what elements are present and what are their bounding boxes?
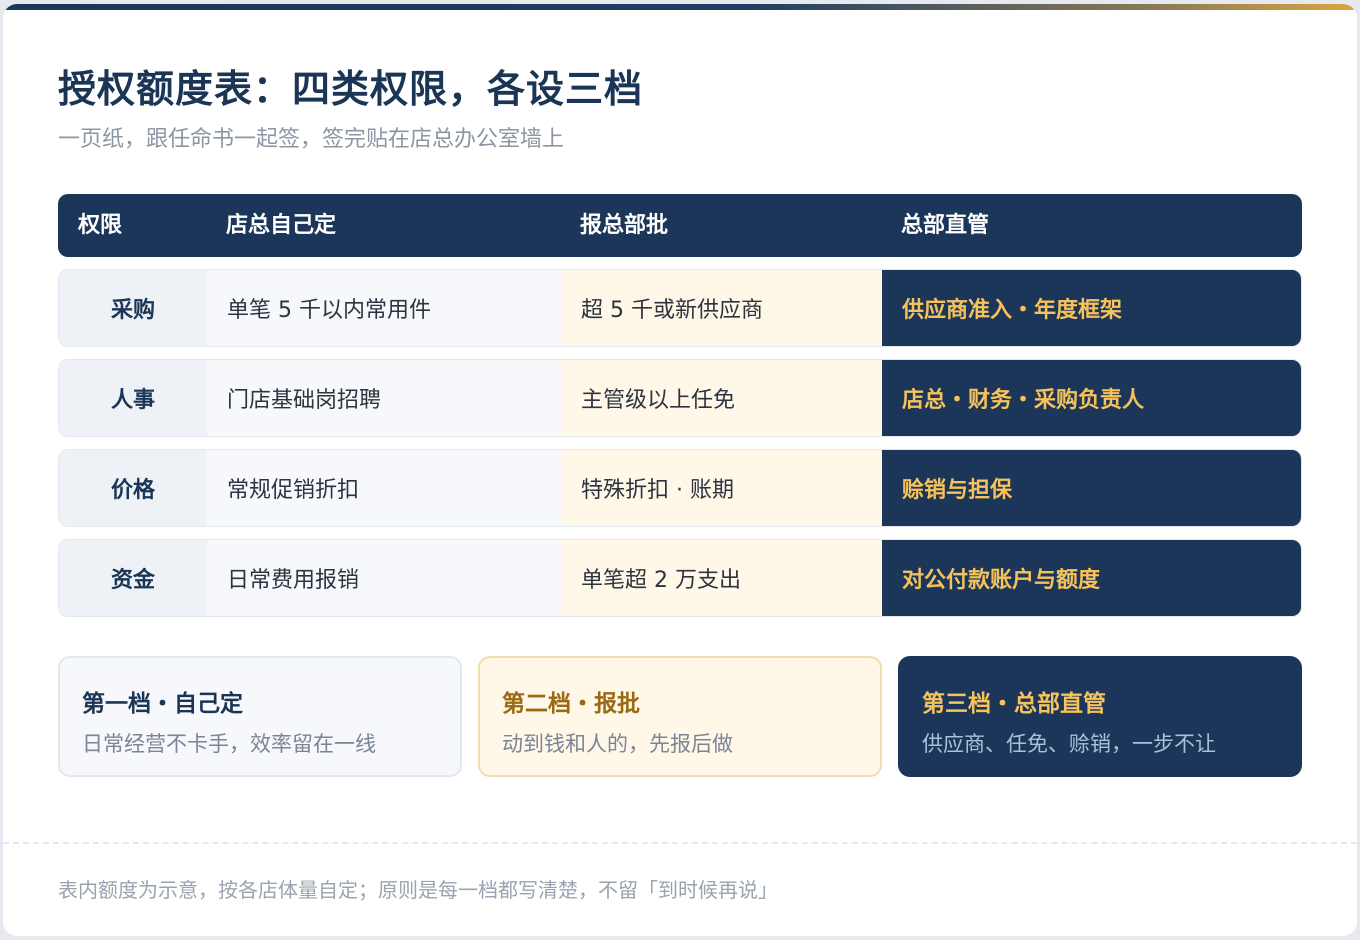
accent-bar — [3, 4, 1357, 10]
tier-title: 第一档・自己定 — [82, 691, 243, 717]
table-row-personnel: 人事 门店基础岗招聘 主管级以上任免 店总・财务・采购负责人 — [58, 359, 1302, 437]
column-header-permission: 权限 — [78, 213, 123, 238]
cell-self: 单笔 5 千以内常用件 — [207, 270, 561, 346]
footer-divider — [3, 842, 1357, 844]
tier-description: 供应商、任免、赊销，一步不让 — [922, 732, 1216, 756]
table-row-funds: 资金 日常费用报销 单笔超 2 万支出 对公付款账户与额度 — [58, 539, 1302, 617]
tier-description: 动到钱和人的，先报后做 — [502, 732, 733, 756]
cell-report: 超 5 千或新供应商 — [561, 270, 882, 346]
cell-report: 特殊折扣 · 账期 — [561, 450, 882, 526]
cell-hq: 赊销与担保 — [882, 450, 1301, 526]
tier-card-self: 第一档・自己定 日常经营不卡手，效率留在一线 — [58, 656, 462, 777]
tier-description: 日常经营不卡手，效率留在一线 — [82, 732, 376, 756]
row-name: 人事 — [59, 360, 207, 436]
row-name: 采购 — [59, 270, 207, 346]
tier-title: 第三档・总部直管 — [922, 691, 1106, 717]
cell-self: 门店基础岗招聘 — [207, 360, 561, 436]
page-subtitle: 一页纸，跟任命书一起签，签完贴在店总办公室墙上 — [58, 127, 565, 152]
cell-hq: 店总・财务・采购负责人 — [882, 360, 1301, 436]
column-header-report: 报总部批 — [580, 213, 669, 238]
tier-card-report: 第二档・报批 动到钱和人的，先报后做 — [478, 656, 882, 777]
cell-self: 常规促销折扣 — [207, 450, 561, 526]
column-header-hq: 总部直管 — [901, 213, 990, 238]
cell-hq: 供应商准入・年度框架 — [882, 270, 1301, 346]
cell-self: 日常费用报销 — [207, 540, 561, 616]
cell-report: 单笔超 2 万支出 — [561, 540, 882, 616]
row-name: 资金 — [59, 540, 207, 616]
table-row-procurement: 采购 单笔 5 千以内常用件 超 5 千或新供应商 供应商准入・年度框架 — [58, 269, 1302, 347]
table-row-pricing: 价格 常规促销折扣 特殊折扣 · 账期 赊销与担保 — [58, 449, 1302, 527]
footnote: 表内额度为示意，按各店体量自定；原则是每一档都写清楚，不留「到时候再说」 — [58, 878, 778, 902]
page-title: 授权额度表：四类权限，各设三档 — [58, 67, 644, 111]
cell-hq: 对公付款账户与额度 — [882, 540, 1301, 616]
cell-report: 主管级以上任免 — [561, 360, 882, 436]
tier-title: 第二档・报批 — [502, 691, 640, 717]
column-header-self: 店总自己定 — [226, 213, 337, 238]
row-name: 价格 — [59, 450, 207, 526]
tier-card-hq: 第三档・总部直管 供应商、任免、赊销，一步不让 — [898, 656, 1302, 777]
table-header: 权限 店总自己定 报总部批 总部直管 — [58, 194, 1302, 257]
authorization-sheet: 授权额度表：四类权限，各设三档 一页纸，跟任命书一起签，签完贴在店总办公室墙上 … — [3, 4, 1357, 936]
